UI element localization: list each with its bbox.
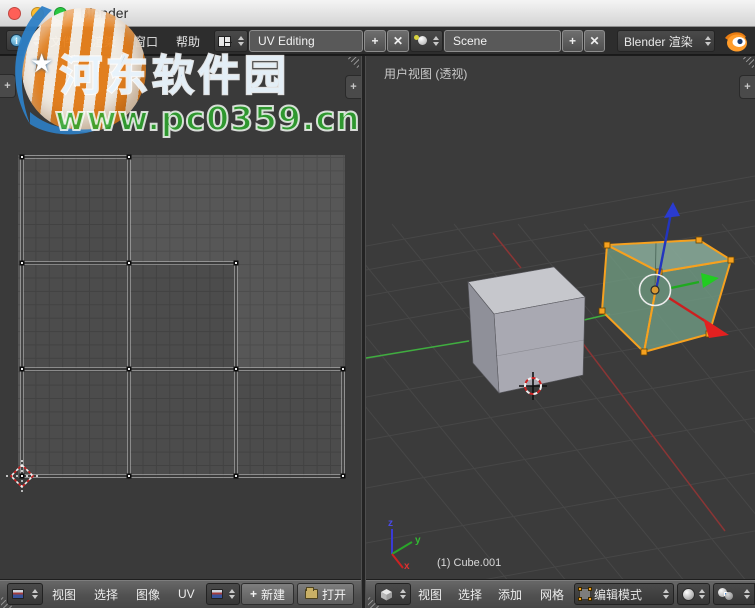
3d-menu-mesh[interactable]: 网格	[534, 580, 570, 608]
scene-name-field[interactable]: Scene	[444, 30, 561, 52]
title-bar: Blender	[0, 0, 755, 27]
menu-file[interactable]: 文件	[44, 27, 80, 55]
editor-resize-grip[interactable]	[346, 57, 359, 70]
uv-editor-header: 视图 选择 图像 UV + 新建 打开	[0, 579, 361, 608]
shading-sphere-icon	[682, 587, 695, 601]
blender-window: Blender i 文件 渲染 窗口 帮助 UV Editing + ✕ Sce…	[0, 0, 755, 608]
viewport-3d[interactable]: + 用户视图 (透视) z y x (1) Cube.001	[366, 56, 755, 579]
uv-image-editor[interactable]: + +	[0, 56, 361, 579]
chevron-updown-icon	[705, 36, 711, 46]
render-engine-dropdown[interactable]: Blender 渲染	[617, 30, 715, 52]
axis-x-label: x	[404, 561, 410, 572]
chevron-updown-icon	[663, 589, 669, 599]
interaction-mode-dropdown[interactable]: 编辑模式	[574, 583, 674, 605]
expand-properties-tab[interactable]: +	[739, 75, 755, 99]
image-icon	[211, 589, 223, 599]
uv-unwrap-island	[6, 154, 346, 492]
expand-toolshelf-tab[interactable]: +	[0, 74, 16, 98]
gray-cube	[467, 266, 586, 394]
pivot-point-dropdown[interactable]	[713, 583, 755, 605]
add-scene-button[interactable]: +	[562, 30, 583, 52]
blender-logo-icon	[725, 32, 747, 52]
viewport-shading-dropdown[interactable]	[677, 583, 710, 605]
delete-scene-button[interactable]: ✕	[584, 30, 605, 52]
image-editor-icon	[12, 589, 24, 599]
chevron-updown-icon	[433, 36, 439, 46]
plus-icon: +	[350, 81, 357, 93]
chevron-updown-icon	[229, 589, 235, 599]
3d-menu-select[interactable]: 选择	[452, 580, 488, 608]
edit-mode-icon	[578, 587, 592, 601]
screen-layout-selector[interactable]	[214, 30, 248, 52]
screen-layout-icon	[218, 35, 232, 47]
info-editor-icon: i	[10, 34, 23, 47]
plus-icon: +	[744, 81, 751, 93]
close-icon: ✕	[589, 34, 600, 48]
pivot-point-icon	[718, 588, 733, 600]
selected-cube	[598, 236, 735, 356]
delete-workspace-button[interactable]: ✕	[387, 30, 409, 52]
3d-menu-add[interactable]: 添加	[492, 580, 528, 608]
viewport-header: 视图 选择 添加 网格 编辑模式	[366, 579, 755, 608]
expand-properties-tab[interactable]: +	[345, 75, 361, 99]
chevron-updown-icon	[400, 589, 406, 599]
zoom-window-button[interactable]	[54, 7, 67, 20]
editors-area: + + + 用户视图 (透视) z y x (1) Cube.001 视图 选择…	[0, 55, 755, 608]
chevron-updown-icon	[32, 589, 38, 599]
cube-editor-icon	[381, 588, 392, 600]
active-object-label: (1) Cube.001	[437, 557, 502, 569]
chevron-updown-icon	[33, 35, 39, 46]
plus-icon: +	[249, 587, 257, 601]
close-icon: ✕	[392, 34, 404, 48]
open-image-button[interactable]: 打开	[297, 583, 354, 605]
workspace-name-field[interactable]: UV Editing	[249, 30, 363, 52]
uv-menu-uv[interactable]: UV	[172, 580, 201, 608]
3d-menu-view[interactable]: 视图	[412, 580, 448, 608]
chevron-updown-icon	[744, 589, 750, 599]
3d-scene-canvas[interactable]	[366, 56, 755, 579]
window-title: Blender	[80, 5, 129, 21]
menu-window[interactable]: 窗口	[128, 27, 164, 55]
info-header: i 文件 渲染 窗口 帮助 UV Editing + ✕ Scene + ✕ B…	[0, 27, 755, 55]
close-window-button[interactable]	[8, 7, 21, 20]
add-workspace-button[interactable]: +	[364, 30, 386, 52]
editor-type-selector-uv[interactable]	[7, 583, 43, 605]
editor-type-selector-3d[interactable]	[375, 583, 411, 605]
chevron-updown-icon	[238, 36, 244, 46]
new-image-button[interactable]: + 新建	[241, 583, 294, 605]
view-name-label: 用户视图 (透视)	[384, 67, 468, 81]
axis-y-label: y	[415, 535, 421, 546]
plus-icon: +	[371, 34, 379, 48]
editor-type-selector-info[interactable]: i	[6, 30, 43, 51]
scene-selector[interactable]	[410, 30, 443, 52]
minimize-window-button[interactable]	[31, 7, 44, 20]
folder-icon	[304, 587, 318, 599]
menu-help[interactable]: 帮助	[170, 27, 206, 55]
uv-canvas[interactable]	[6, 154, 346, 492]
uv-menu-image[interactable]: 图像	[130, 580, 166, 608]
uv-menu-view[interactable]: 视图	[46, 580, 82, 608]
menu-render[interactable]: 渲染	[86, 27, 122, 55]
plus-icon: +	[568, 34, 576, 48]
chevron-updown-icon	[699, 589, 705, 599]
uv-menu-select[interactable]: 选择	[88, 580, 124, 608]
plus-icon: +	[4, 80, 11, 92]
scene-icon	[414, 35, 428, 47]
axis-z-label: z	[388, 518, 393, 529]
image-browse-dropdown[interactable]	[206, 583, 240, 605]
